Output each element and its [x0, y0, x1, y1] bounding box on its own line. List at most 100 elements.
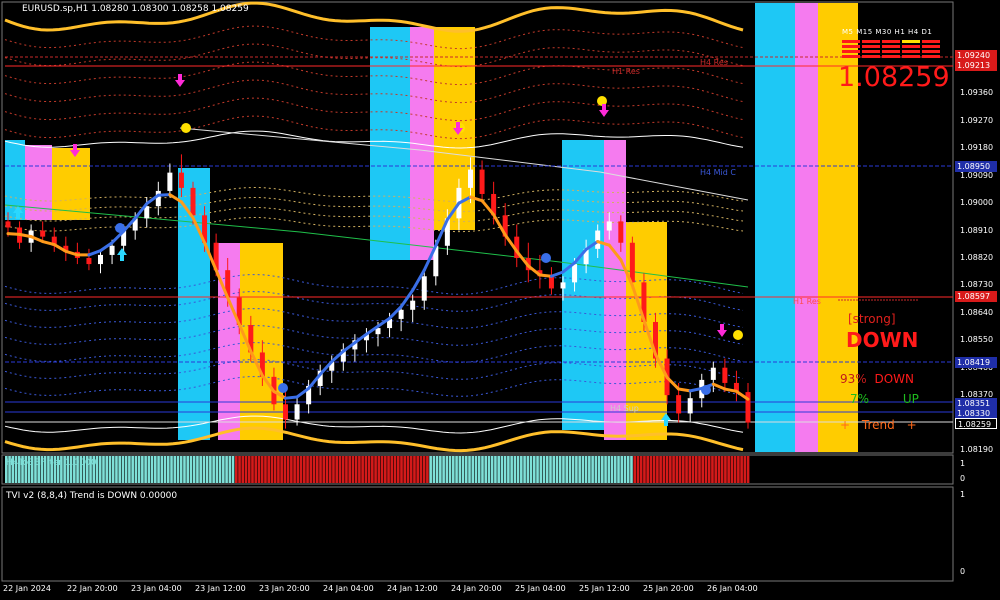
histogram-bar — [607, 456, 611, 483]
blue-dot-marker — [541, 253, 551, 263]
histogram-bar — [322, 456, 326, 483]
histogram-bar — [199, 456, 202, 483]
histogram-bar — [144, 456, 147, 483]
histogram-bar — [150, 456, 154, 483]
histogram-bar — [497, 456, 500, 483]
trend-ma-segment — [64, 249, 79, 257]
trend-row: + Trend + — [840, 418, 917, 432]
tvi-pane-border — [1, 486, 954, 582]
histogram-bar — [545, 456, 549, 483]
histogram-bar — [581, 456, 585, 483]
histogram-bar — [108, 456, 112, 483]
histogram-bar — [445, 456, 449, 483]
candle-body — [178, 172, 184, 188]
histogram-bar — [727, 456, 730, 483]
histogram-bar — [610, 456, 614, 483]
histogram-bar — [234, 456, 238, 483]
up-percent-value: 7% — [850, 392, 870, 406]
histogram-bar — [714, 456, 718, 483]
histogram-bar — [173, 456, 177, 483]
histogram-bar — [552, 456, 556, 483]
histogram-bar — [251, 456, 254, 483]
candle-body — [294, 404, 300, 420]
histogram-bar — [688, 456, 692, 483]
histogram-bar — [303, 456, 306, 483]
histogram-bar — [361, 456, 364, 483]
histogram-bar — [124, 456, 128, 483]
histogram-bar — [675, 456, 679, 483]
timeframe-signal-bar — [922, 55, 940, 58]
time-tick: 24 Jan 20:00 — [451, 584, 502, 593]
histogram-bar — [743, 456, 747, 483]
h4-filter-histogram — [5, 456, 750, 483]
histogram-bar — [591, 456, 594, 483]
down-percent-row: 93% DOWN — [840, 372, 914, 386]
histogram-bar — [121, 456, 125, 483]
price-tick: 1.09090 — [960, 170, 994, 180]
histogram-bar — [277, 456, 280, 483]
histogram-bar — [374, 456, 377, 483]
timeframe-signal-bar — [882, 55, 900, 58]
time-tick: 22 Jan 20:00 — [67, 584, 118, 593]
histogram-bar — [222, 456, 225, 483]
histogram-bar — [377, 456, 381, 483]
tvi-axis-0: 0 — [960, 567, 966, 576]
histogram-bar — [348, 456, 351, 483]
histogram-bar — [461, 456, 465, 483]
histogram-bar — [416, 456, 420, 483]
h4-mid-label: H4 Mid C — [700, 168, 736, 177]
h4-res-top-label: H4 Res — [700, 58, 728, 67]
histogram-bar — [396, 456, 400, 483]
candle-body — [167, 172, 173, 191]
histogram-bar — [568, 456, 572, 483]
time-tick: 26 Jan 04:00 — [707, 584, 758, 593]
histogram-bar — [717, 456, 721, 483]
histogram-bar — [260, 456, 264, 483]
histogram-bar — [484, 456, 488, 483]
histogram-bar — [730, 456, 734, 483]
histogram-bar — [458, 456, 462, 483]
candle-body — [410, 300, 416, 310]
price-tick: 1.08640 — [960, 307, 994, 317]
histogram-bar — [367, 456, 371, 483]
timeframe-signal-bar — [842, 55, 860, 58]
candle-body — [468, 169, 473, 188]
histogram-bar — [400, 456, 403, 483]
histogram-bar — [319, 456, 322, 483]
tvi-title: TVI v2 (8,8,4) Trend is DOWN 0.00000 — [6, 491, 178, 501]
histogram-bar — [205, 456, 209, 483]
filter-axis-0: 0 — [960, 474, 966, 483]
session-block-cyan — [370, 27, 410, 260]
session-block-cyan — [562, 140, 604, 430]
histogram-bar — [209, 456, 212, 483]
candle-body — [479, 169, 485, 194]
histogram-bar — [452, 456, 455, 483]
histogram-bar — [601, 456, 604, 483]
time-tick: 22 Jan 2024 — [3, 584, 51, 593]
time-tick: 25 Jan 20:00 — [643, 584, 694, 593]
candle-body — [40, 230, 46, 237]
histogram-bar — [626, 456, 630, 483]
strength-label: [strong] — [848, 312, 896, 326]
timeframe-signal-bar — [922, 50, 940, 53]
histogram-bar — [503, 456, 507, 483]
histogram-bar — [487, 456, 491, 483]
histogram-bar — [147, 456, 151, 483]
histogram-bar — [737, 456, 740, 483]
histogram-bar — [510, 456, 513, 483]
histogram-bar — [555, 456, 559, 483]
candle-body — [618, 221, 624, 243]
histogram-bar — [186, 456, 190, 483]
histogram-bar — [740, 456, 743, 483]
histogram-bar — [662, 456, 666, 483]
timeframe-signal-bar — [902, 40, 920, 43]
session-block-pink — [604, 140, 626, 440]
histogram-bar — [477, 456, 481, 483]
down-arrow — [717, 324, 727, 337]
histogram-bar — [309, 456, 313, 483]
histogram-bar — [571, 456, 575, 483]
time-tick: 24 Jan 04:00 — [323, 584, 374, 593]
chart-window[interactable]: EURUSD.sp,H1 1.08280 1.08300 1.08258 1.0… — [0, 0, 1000, 600]
histogram-bar — [157, 456, 160, 483]
price-tick: 1.09000 — [960, 198, 994, 208]
